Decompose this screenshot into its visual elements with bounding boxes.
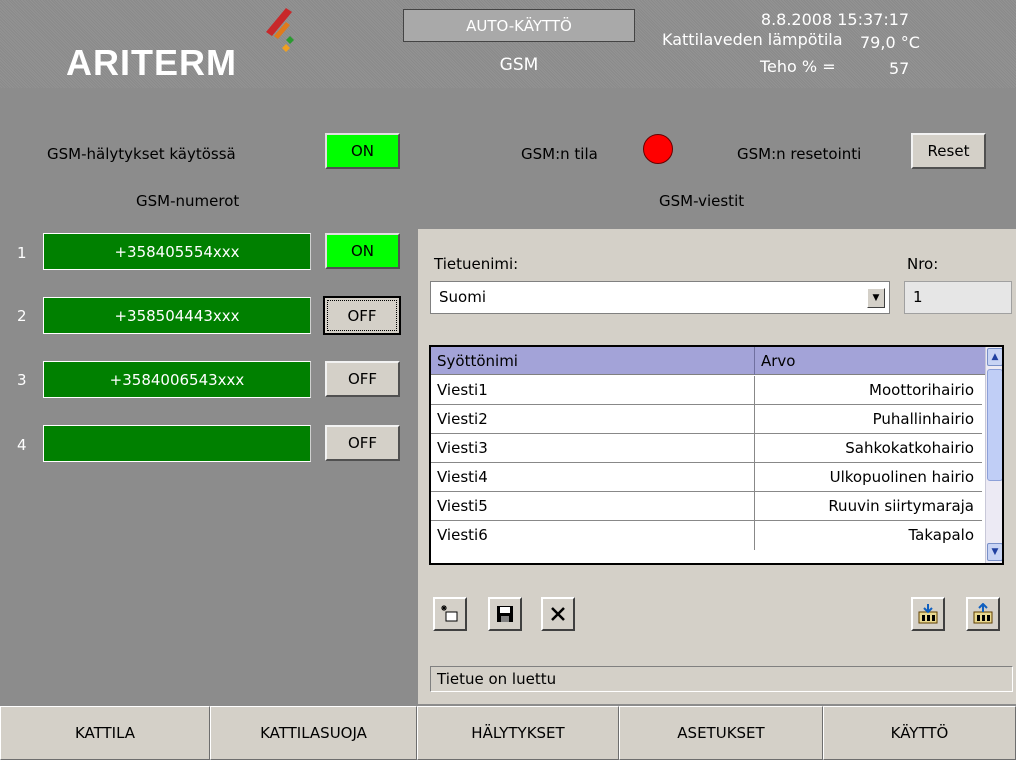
gsm-number-field-2[interactable]: +358504443xxx [43,297,311,334]
row-value: Ruuvin siirtymaraja [828,497,974,515]
row-name: Viesti6 [437,526,488,544]
import-icon [918,604,938,624]
import-button[interactable] [911,597,945,631]
record-nro-label: Nro: [907,255,939,273]
gsm-alarms-toggle[interactable]: ON [325,133,400,169]
export-button[interactable] [966,597,1000,631]
nav-asetukset[interactable]: ASETUKSET [619,706,823,760]
row-value: Puhallinhairio [872,410,974,428]
row-name: Viesti5 [437,497,488,515]
gsm-reset-button[interactable]: Reset [911,133,986,169]
gsm-number-toggle-3[interactable]: OFF [325,361,400,397]
gsm-number-index: 1 [17,244,27,262]
table-scrollbar[interactable]: ▲ ▼ [985,347,1002,563]
gsm-number-toggle-2[interactable]: OFF [323,296,401,335]
messages-table: Syöttönimi Arvo Viesti1 Moottorihairio Vi… [429,345,1004,565]
gsm-numbers-title: GSM-numerot [136,192,240,210]
power-value: 57 [889,59,910,78]
delete-icon [551,607,565,621]
save-button[interactable] [488,597,522,631]
gsm-number-toggle-4[interactable]: OFF [325,425,400,461]
power-label: Teho % = [760,57,836,76]
record-name-dropdown[interactable]: Suomi ▼ [430,281,890,314]
column-header-value[interactable]: Arvo [761,352,795,370]
status-bar: Tietue on luettu [430,666,1013,692]
new-record-icon [441,605,458,622]
row-value: Sahkokatkohairio [845,439,974,457]
record-name-value: Suomi [439,288,486,306]
table-row[interactable]: Viesti2 Puhallinhairio [431,405,982,434]
gsm-number-field-3[interactable]: +3584006543xxx [43,361,311,398]
record-name-label: Tietuenimi: [434,255,519,273]
boiler-temp-label: Kattilaveden lämpötila [662,30,843,49]
row-value: Moottorihairio [869,381,974,399]
operating-mode-box: AUTO-KÄYTTÖ [403,9,635,42]
gsm-messages-title: GSM-viestit [659,192,745,210]
row-value: Ulkopuolinen hairio [829,468,974,486]
table-row[interactable]: Viesti6 Takapalo [431,521,982,550]
ariterm-logo-text: ARITERM [66,42,237,83]
column-header-name[interactable]: Syöttönimi [437,352,518,370]
boiler-temp-value: 79,0 °C [860,33,920,52]
datetime-display: 8.8.2008 15:37:17 [760,10,910,29]
export-icon [973,603,993,624]
gsm-number-field-4[interactable] [43,425,311,462]
gsm-number-index: 4 [17,436,27,454]
nav-kattilasuoja[interactable]: KATTILASUOJA [210,706,417,760]
row-name: Viesti1 [437,381,488,399]
delete-button[interactable] [541,597,575,631]
new-record-button[interactable] [433,597,467,631]
gsm-number-index: 2 [17,307,27,325]
nav-kattila[interactable]: KATTILA [0,706,210,760]
chevron-down-icon[interactable]: ▼ [867,288,885,308]
gsm-reset-label: GSM:n resetointi [737,145,862,163]
table-row[interactable]: Viesti5 Ruuvin siirtymaraja [431,492,982,521]
table-row[interactable]: Viesti3 Sahkokatkohairio [431,434,982,463]
row-name: Viesti3 [437,439,488,457]
screen-title: GSM [499,55,539,75]
gsm-number-toggle-1[interactable]: ON [325,233,400,269]
table-header: Syöttönimi Arvo [431,347,987,375]
ariterm-logo-icon [266,8,294,52]
gsm-number-index: 3 [17,371,27,389]
record-nro-field: 1 [904,281,1012,314]
save-icon [497,606,513,622]
gsm-state-label: GSM:n tila [521,145,598,163]
gsm-number-field-1[interactable]: +358405554xxx [43,233,311,270]
gsm-alarms-label: GSM-hälytykset käytössä [47,145,236,163]
nav-kaytto[interactable]: KÄYTTÖ [823,706,1016,760]
scroll-down-icon[interactable]: ▼ [987,543,1002,561]
row-name: Viesti4 [437,468,488,486]
table-row[interactable]: Viesti4 Ulkopuolinen hairio [431,463,982,492]
scroll-thumb[interactable] [987,369,1002,481]
gsm-state-indicator-icon [643,134,673,164]
table-row[interactable]: Viesti1 Moottorihairio [431,376,982,405]
column-divider [754,347,755,375]
row-name: Viesti2 [437,410,488,428]
scroll-up-icon[interactable]: ▲ [987,348,1002,366]
row-value: Takapalo [908,526,974,544]
nav-halytykset[interactable]: HÄLYTYKSET [417,706,619,760]
